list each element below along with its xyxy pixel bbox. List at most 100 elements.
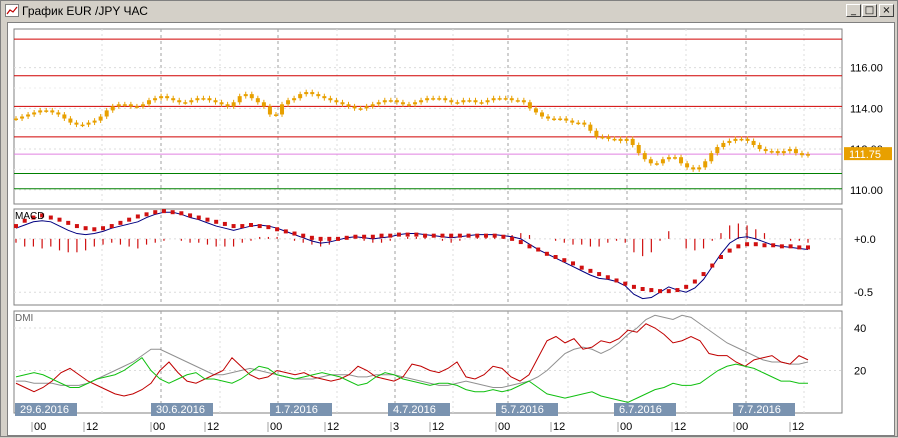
macd-signal-point [388,233,393,238]
macd-signal-point [161,209,166,214]
price-bar-body [165,96,170,99]
date-label: 6.7.2016 [614,403,676,416]
macd-signal-point [797,245,802,250]
price-bar-body [455,102,460,104]
price-bar-body [38,110,43,113]
macd-signal-point [292,231,297,236]
macd-signal-point [684,284,689,289]
price-bar-body [751,140,756,145]
chart-canvas[interactable]: 116.00114.00112.00110.00111.75+0.0-0.540… [8,23,894,435]
price-bar-body [171,98,176,101]
price-bar-body [280,104,285,115]
price-bar-body [20,116,25,119]
hour-label: 12 [327,421,339,433]
macd-signal-point [153,210,158,215]
chart-area[interactable]: 116.00114.00112.00110.00111.75+0.0-0.540… [7,22,895,436]
maximize-button[interactable]: □ [862,4,877,17]
macd-signal-point [727,248,732,253]
price-bar-body [685,163,690,168]
price-bar-body [485,100,490,103]
price-bar-body [128,104,133,107]
price-bar-body [642,153,647,160]
chart-window-icon [5,4,19,17]
price-bar-body [364,106,369,109]
price-bar-body [219,102,224,105]
macd-signal-point [83,226,88,231]
macd-signal-point [649,288,654,293]
macd-panel[interactable] [13,208,843,306]
price-bar-body [147,100,152,105]
price-bar-body [757,144,762,150]
price-bar-body [739,138,744,141]
hour-label: 12 [432,421,444,433]
hour-label: 12 [207,421,219,433]
price-bar-body [267,106,272,115]
macd-signal-point [396,232,401,237]
macd-signal-point [231,224,236,229]
dmi-panel[interactable] [13,310,843,414]
macd-signal-point [745,242,750,247]
macd-signal-point [527,244,532,249]
price-bar-body [437,98,442,100]
macd-signal-point [614,278,619,283]
price-bar-body [298,94,303,99]
price-bar-body [769,151,774,153]
macd-signal-point [692,279,697,284]
price-bar-body [394,100,399,103]
macd-signal-point [109,224,114,229]
price-bar-body [679,157,684,164]
macd-signal-point [257,224,262,229]
hour-label: 12 [674,421,686,433]
price-bar-body [503,98,508,100]
price-bar-body [787,149,792,152]
price-bar-body [231,102,236,107]
title-bar[interactable]: График EUR /JPY ЧАС _ □ × [2,2,896,20]
macd-signal-point [127,217,132,222]
macd-axis-label: -0.5 [854,287,873,299]
price-bar-body [666,157,671,160]
price-bar-body [56,112,61,115]
price-bar-body [630,138,635,145]
price-bar-body [255,98,260,103]
macd-signal-point [188,213,193,218]
price-bar-body [624,138,629,141]
macd-signal-point [431,233,436,238]
dmi-title: DMI [15,313,33,324]
price-bar-body [515,100,520,102]
price-bar-body [461,100,466,103]
macd-axis-label: +0.0 [854,234,876,246]
price-bar-body [328,98,333,101]
close-button[interactable]: × [879,4,894,17]
macd-signal-point [518,240,523,245]
price-bar-body [612,138,617,141]
macd-signal-point [405,232,410,237]
macd-signal-point [753,242,758,247]
price-bar-body [552,118,557,121]
macd-signal-point [370,234,375,239]
price-axis-label: 110.00 [850,185,883,197]
macd-signal-point [631,284,636,289]
price-panel[interactable] [13,28,843,205]
macd-signal-point [658,289,663,294]
macd-signal-point [771,243,776,248]
macd-signal-point [318,236,323,241]
hour-label: 00 [736,421,748,433]
price-bar-body [691,167,696,170]
price-bar-body [195,98,200,101]
price-bar-body [697,167,702,170]
macd-signal-point [492,233,497,238]
hour-label: 12 [86,421,98,433]
price-bar-body [86,122,91,125]
price-bar-body [582,122,587,125]
price-bar-body [727,140,732,143]
price-bar-body [177,100,182,103]
price-bar-body [672,157,677,159]
price-bar-body [425,98,430,101]
price-bar-body [618,138,623,141]
price-bar-body [261,102,266,107]
minimize-button[interactable]: _ [846,4,861,17]
date-label-text: 7.7.2016 [738,404,781,416]
price-bar-body [588,124,593,131]
macd-signal-point [788,244,793,249]
macd-signal-point [179,211,184,216]
